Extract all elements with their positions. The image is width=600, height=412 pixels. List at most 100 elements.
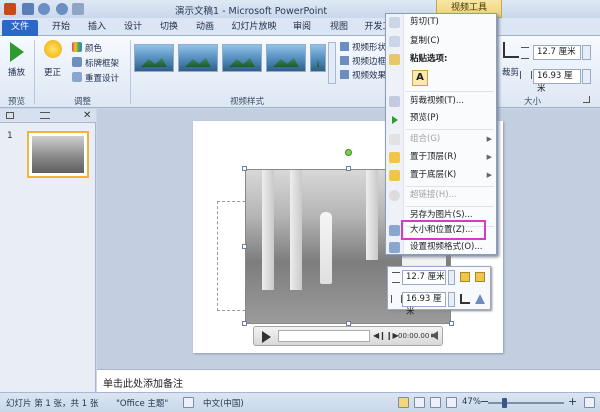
video-shape-icon [340, 42, 349, 51]
zoom-slider[interactable] [488, 402, 564, 404]
menu-item-preview[interactable]: 预览(P) [404, 112, 496, 126]
play-icon[interactable] [262, 331, 271, 343]
send-backward-icon[interactable] [475, 272, 485, 282]
preview-group-label: 预览 [8, 97, 26, 107]
video-shape-icon[interactable] [475, 294, 485, 304]
video-style-thumb[interactable] [310, 44, 326, 72]
video-style-thumb[interactable] [266, 44, 306, 72]
tab-slideshow[interactable]: 幻灯片放映 [228, 20, 280, 36]
tab-insert[interactable]: 插入 [82, 20, 112, 36]
reset-design-button[interactable]: 重置设计 [85, 72, 119, 84]
menu-item-copy[interactable]: 复制(C) [404, 35, 496, 49]
video-effects-button[interactable]: 视频效果 [352, 69, 386, 81]
width-spinner[interactable] [582, 69, 591, 84]
zoom-slider-thumb[interactable] [501, 398, 507, 408]
redo-icon[interactable] [56, 3, 68, 15]
zoom-in-icon[interactable]: + [568, 395, 577, 408]
menu-item-hyperlink[interactable]: 超链接(H)... [404, 189, 496, 203]
tab-transitions[interactable]: 切换 [154, 20, 184, 36]
size-position-icon [389, 225, 400, 236]
ribbon-separator [34, 40, 35, 104]
tab-view[interactable]: 视图 [324, 20, 354, 36]
mini-height-input[interactable]: 12.7 厘米 [402, 270, 446, 285]
resize-handle[interactable] [242, 244, 247, 249]
tab-animations[interactable]: 动画 [190, 20, 220, 36]
tab-file[interactable]: 文件 [2, 20, 38, 36]
video-style-thumb[interactable] [178, 44, 218, 72]
submenu-arrow-icon: ▶ [486, 171, 492, 179]
height-spinner[interactable] [582, 45, 591, 60]
video-style-thumb[interactable] [222, 44, 262, 72]
bring-forward-icon[interactable] [460, 272, 470, 282]
zoom-level[interactable]: 47% [462, 397, 481, 407]
menu-item-format-video[interactable]: 设置视频格式(O)... [404, 241, 496, 255]
spellcheck-icon[interactable] [183, 397, 194, 408]
crop-icon[interactable] [460, 294, 470, 304]
crop-button[interactable]: 裁剪 [502, 66, 519, 78]
menu-item-bring-to-front[interactable]: 置于顶层(R) ▶ [404, 151, 496, 165]
tab-review[interactable]: 审阅 [287, 20, 317, 36]
menu-item-trim-video[interactable]: 剪裁视频(T)... [404, 95, 496, 109]
status-bar: 幻灯片 第 1 张，共 1 张 "Office 主题" 中文(中国) 47% −… [0, 392, 600, 412]
height-input[interactable]: 12.7 厘米 [533, 45, 581, 60]
slide-editing-area: ◀❙❙▶ 00:00.00 12.7 厘米 16.93 厘米 [97, 109, 600, 369]
height-icon [521, 47, 529, 59]
video-border-button[interactable]: 视频边框 [352, 55, 386, 67]
video-style-thumb[interactable] [134, 44, 174, 72]
mini-width-input[interactable]: 16.93 厘米 [402, 292, 446, 317]
resize-handle[interactable] [242, 166, 247, 171]
reading-view-icon[interactable] [430, 397, 441, 408]
close-panel-icon[interactable]: ✕ [83, 110, 91, 121]
fit-to-window-icon[interactable] [584, 397, 595, 408]
title-bar: 演示文稿1 - Microsoft PowerPoint 视频工具 [0, 0, 600, 18]
progress-bar[interactable] [278, 330, 370, 342]
slide-thumbnail[interactable] [27, 131, 89, 178]
color-button[interactable]: 颜色 [85, 42, 102, 54]
size-dialog-launcher-icon[interactable] [583, 96, 590, 103]
undo-icon[interactable] [38, 3, 50, 15]
video-frame-detail [262, 170, 274, 290]
video-frame-detail [290, 170, 302, 290]
slide-number: 1 [7, 131, 13, 141]
volume-icon[interactable] [431, 331, 438, 340]
language[interactable]: 中文(中国) [203, 397, 244, 409]
outline-tab-icon[interactable] [40, 112, 50, 119]
slides-tab-icon[interactable] [6, 112, 14, 119]
menu-item-group[interactable]: 组合(G) ▶ [404, 133, 496, 147]
correct-button[interactable]: 更正 [44, 66, 61, 78]
submenu-arrow-icon: ▶ [486, 153, 492, 161]
paste-icon [389, 54, 400, 65]
tab-home[interactable]: 开始 [46, 20, 76, 36]
slideshow-view-icon[interactable] [446, 397, 457, 408]
crop-icon[interactable] [503, 42, 519, 58]
rotation-handle[interactable] [345, 149, 352, 156]
menu-separator [406, 129, 494, 130]
width-input[interactable]: 16.93 厘米 [533, 69, 581, 94]
video-player-bar: ◀❙❙▶ 00:00.00 [253, 326, 443, 346]
menu-item-send-to-back[interactable]: 置于底层(K) ▶ [404, 169, 496, 183]
rewind-icon[interactable]: ◀❙❙▶ [373, 331, 399, 340]
resize-handle[interactable] [242, 321, 247, 326]
poster-frame-button[interactable]: 标牌框架 [85, 57, 119, 69]
paste-keep-text-button[interactable]: A [412, 70, 428, 86]
play-icon[interactable] [10, 42, 24, 62]
paste-options-label: 粘贴选项: [410, 54, 448, 64]
menu-item-cut[interactable]: 剪切(T) [404, 16, 496, 30]
gallery-scroll-icon[interactable] [328, 42, 336, 84]
mini-width-spinner[interactable] [448, 292, 455, 307]
video-border-icon [340, 56, 349, 65]
resize-handle[interactable] [346, 166, 351, 171]
resize-handle[interactable] [449, 321, 454, 326]
mini-height-spinner[interactable] [448, 270, 455, 285]
video-frame-person [320, 212, 332, 284]
normal-view-icon[interactable] [398, 397, 409, 408]
bring-front-icon [389, 152, 400, 163]
video-shape-button[interactable]: 视频形状 [352, 41, 386, 53]
tab-design[interactable]: 设计 [118, 20, 148, 36]
slide-sorter-view-icon[interactable] [414, 397, 425, 408]
save-icon[interactable] [22, 3, 34, 15]
play-button[interactable]: 播放 [8, 66, 25, 78]
notes-pane[interactable]: 单击此处添加备注 [97, 369, 600, 392]
theme-name[interactable]: "Office 主题" [116, 397, 168, 409]
customize-qat-icon[interactable] [72, 3, 84, 15]
